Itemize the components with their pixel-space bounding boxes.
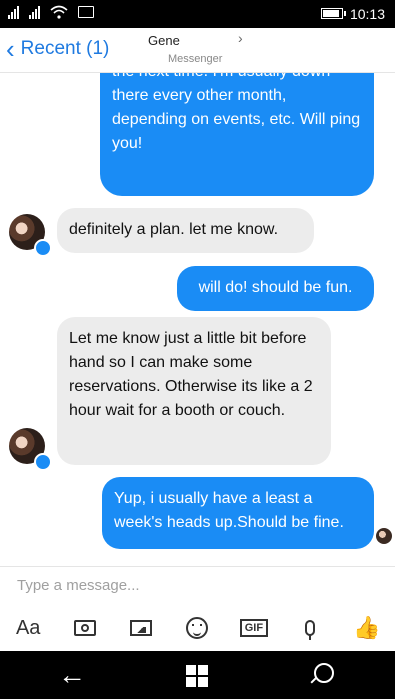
text-format-button[interactable]: Aa [7, 610, 49, 646]
app-name: Messenger [168, 53, 223, 65]
nav-back-icon[interactable]: ← [58, 661, 86, 689]
image-icon [130, 620, 153, 636]
like-icon: 👍 [353, 615, 381, 640]
messenger-badge-icon [34, 453, 52, 471]
message-list[interactable]: nah, definitely. Will let you know the n… [0, 58, 395, 558]
chevron-right-icon[interactable]: › [238, 30, 243, 46]
image-button[interactable] [120, 610, 162, 646]
search-icon[interactable] [314, 663, 334, 683]
message-bubble-incoming[interactable]: definitely a plan. let me know. [57, 208, 314, 253]
gif-button[interactable]: GIF [233, 610, 275, 646]
message-notification-icon [78, 6, 94, 18]
status-time: 10:13 [349, 6, 385, 22]
microphone-icon [305, 620, 316, 640]
conversation-header: ‹ Recent (1) Gene › Messenger [0, 28, 395, 73]
wifi-icon [50, 5, 68, 19]
gif-icon: GIF [239, 619, 269, 637]
back-chevron-icon: ‹ [6, 34, 15, 64]
system-nav-bar: ← [0, 651, 395, 699]
status-bar: 10:13 [0, 0, 395, 28]
message-bubble-outgoing[interactable]: will do! should be fun. [177, 266, 374, 311]
like-button[interactable]: 👍 [346, 610, 388, 646]
message-bubble-incoming[interactable]: Let me know just a little bit before han… [57, 317, 331, 465]
message-bubble-outgoing[interactable]: Yup, i usually have a least a week's hea… [102, 477, 374, 549]
read-receipt-avatar [376, 528, 392, 544]
camera-icon [73, 620, 96, 636]
windows-start-icon[interactable] [186, 665, 208, 687]
emoji-button[interactable] [176, 610, 218, 646]
message-bubble-outgoing[interactable]: nah, definitely. Will let you know the n… [100, 58, 374, 196]
message-input[interactable]: Type a message... [0, 566, 395, 607]
contact-name[interactable]: Gene [148, 33, 180, 48]
signal-icon-2 [29, 5, 40, 19]
messenger-badge-icon [34, 239, 52, 257]
back-label: Recent (1) [20, 38, 110, 59]
composer-toolbar: Aa GIF 👍 [0, 606, 395, 650]
camera-button[interactable] [64, 610, 106, 646]
microphone-button[interactable] [289, 610, 331, 646]
back-button[interactable]: ‹ Recent (1) [6, 34, 110, 64]
message-input-placeholder: Type a message... [17, 577, 140, 594]
battery-icon [321, 8, 346, 19]
emoji-icon [186, 617, 209, 639]
signal-icon-1 [8, 5, 19, 19]
